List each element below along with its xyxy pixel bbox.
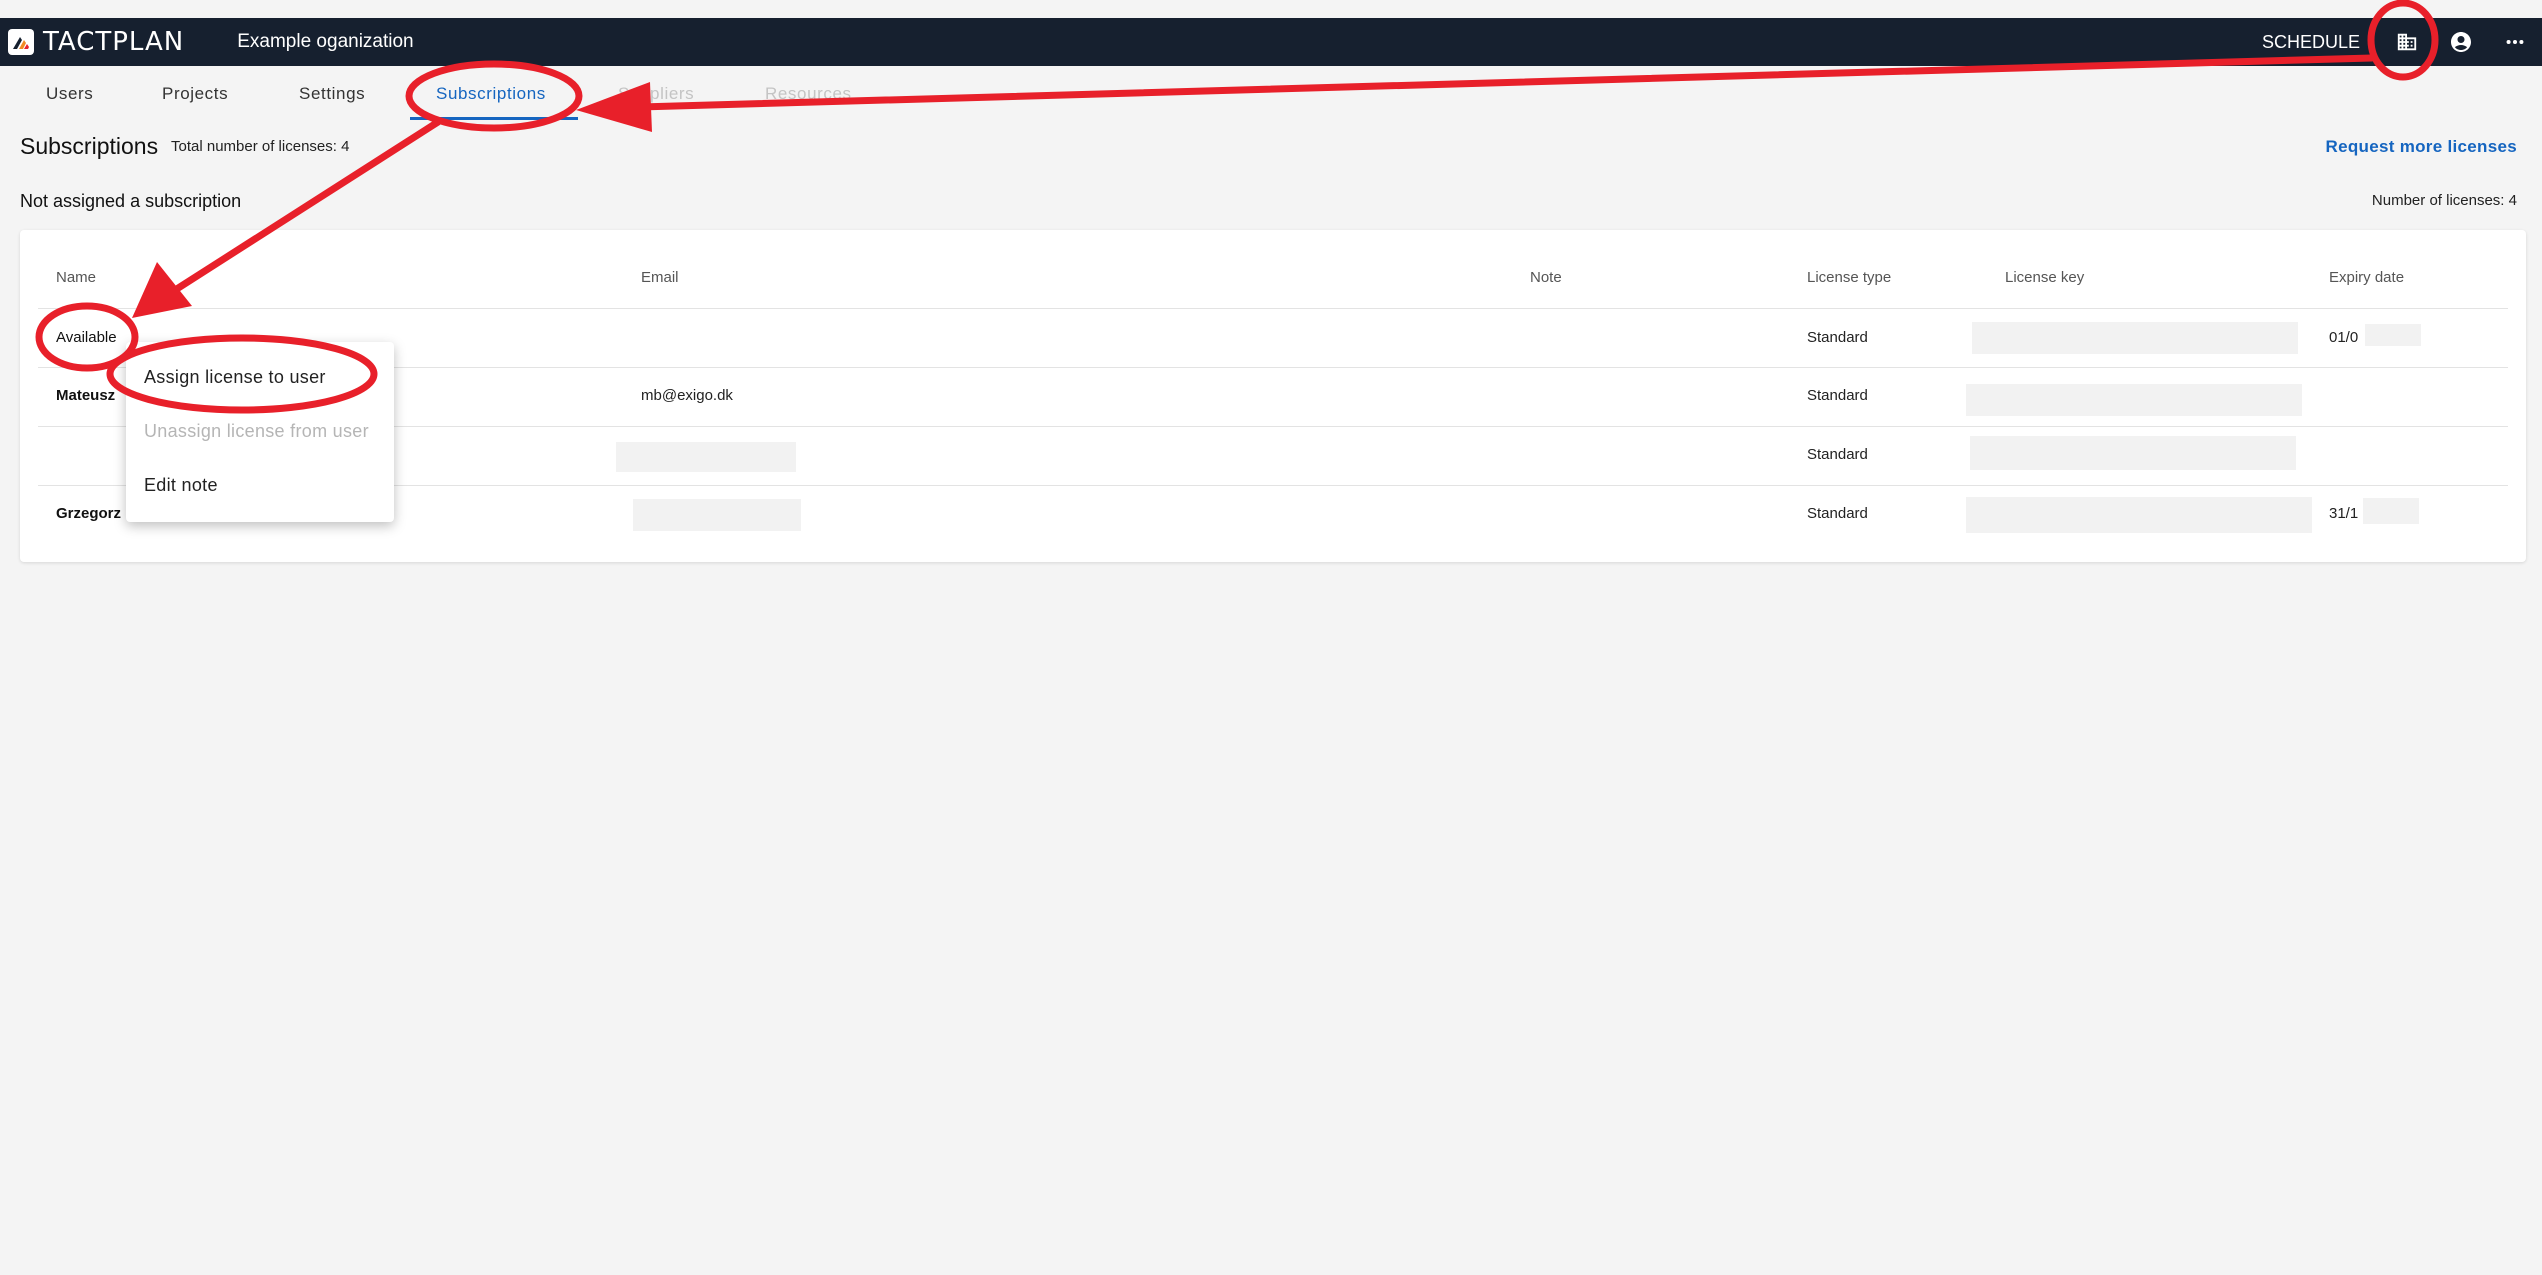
- tactplan-logo-icon: [8, 29, 34, 55]
- app-logo[interactable]: TACTPLAN: [8, 27, 184, 57]
- column-header-expiry-date[interactable]: Expiry date: [2329, 269, 2404, 286]
- active-tab-indicator: [410, 117, 578, 120]
- licenses-table: Name Email Note License type License key…: [20, 230, 2526, 562]
- schedule-button[interactable]: SCHEDULE: [2262, 32, 2360, 53]
- redacted-email: [616, 442, 796, 472]
- redacted-email: [633, 499, 801, 531]
- redacted-expiry: [2365, 324, 2421, 346]
- column-header-name[interactable]: Name: [56, 269, 96, 286]
- row-email: mb@exigo.dk: [641, 387, 733, 404]
- request-more-licenses-link[interactable]: Request more licenses: [2326, 137, 2518, 157]
- row-name[interactable]: Mateusz: [56, 387, 115, 404]
- redacted-license-key: [1966, 384, 2302, 416]
- redacted-license-key: [1970, 436, 2296, 470]
- redacted-expiry: [2363, 498, 2419, 524]
- column-header-license-key[interactable]: License key: [2005, 269, 2084, 286]
- row-license-type: Standard: [1807, 446, 1868, 463]
- total-licenses-count: Total number of licenses: 4: [171, 138, 350, 155]
- row-expiry-date: 01/0: [2329, 329, 2359, 346]
- column-header-note[interactable]: Note: [1530, 269, 1562, 286]
- section-title: Not assigned a subscription: [20, 191, 242, 211]
- row-divider: [38, 308, 2508, 309]
- row-divider: [38, 367, 2508, 368]
- column-header-license-type[interactable]: License type: [1807, 269, 1891, 286]
- tab-resources: Resources: [765, 84, 852, 103]
- organization-name: Example oganization: [237, 31, 414, 52]
- row-name[interactable]: Available: [56, 329, 117, 346]
- more-horizontal-icon[interactable]: [2488, 18, 2542, 66]
- redacted-license-key: [1966, 497, 2312, 533]
- brand-name: TACTPLAN: [43, 27, 185, 57]
- tutorial-annotation-overlay: [35, 0, 2439, 414]
- row-divider: [38, 485, 2508, 486]
- row-license-type: Standard: [1807, 505, 1868, 522]
- unassign-license-menu-item: Unassign license from user: [144, 421, 369, 441]
- account-circle-icon[interactable]: [2434, 18, 2488, 66]
- row-license-type: Standard: [1807, 329, 1868, 346]
- building-icon[interactable]: [2380, 18, 2434, 66]
- row-name[interactable]: Grzegorz: [56, 505, 121, 522]
- top-app-bar: TACTPLAN Example oganization SCHEDULE: [0, 18, 2542, 66]
- assign-license-menu-item[interactable]: Assign license to user: [144, 367, 326, 388]
- column-header-email[interactable]: Email: [641, 269, 679, 286]
- section-license-count: Number of licenses: 4: [2371, 192, 2517, 209]
- row-expiry-date: 31/1: [2329, 505, 2359, 522]
- page-title: Subscriptions: [20, 133, 159, 159]
- tab-subscriptions[interactable]: Subscriptions: [436, 66, 546, 122]
- edit-note-menu-item[interactable]: Edit note: [144, 475, 218, 496]
- row-context-menu: Assign license to user Unassign license …: [126, 342, 394, 522]
- row-divider: [38, 426, 2508, 427]
- tab-projects[interactable]: Projects: [162, 66, 228, 122]
- redacted-license-key: [1972, 322, 2298, 354]
- tab-suppliers: Suppliers: [618, 84, 695, 103]
- tab-users[interactable]: Users: [46, 66, 93, 122]
- tab-settings[interactable]: Settings: [299, 66, 365, 122]
- row-license-type: Standard: [1807, 387, 1868, 404]
